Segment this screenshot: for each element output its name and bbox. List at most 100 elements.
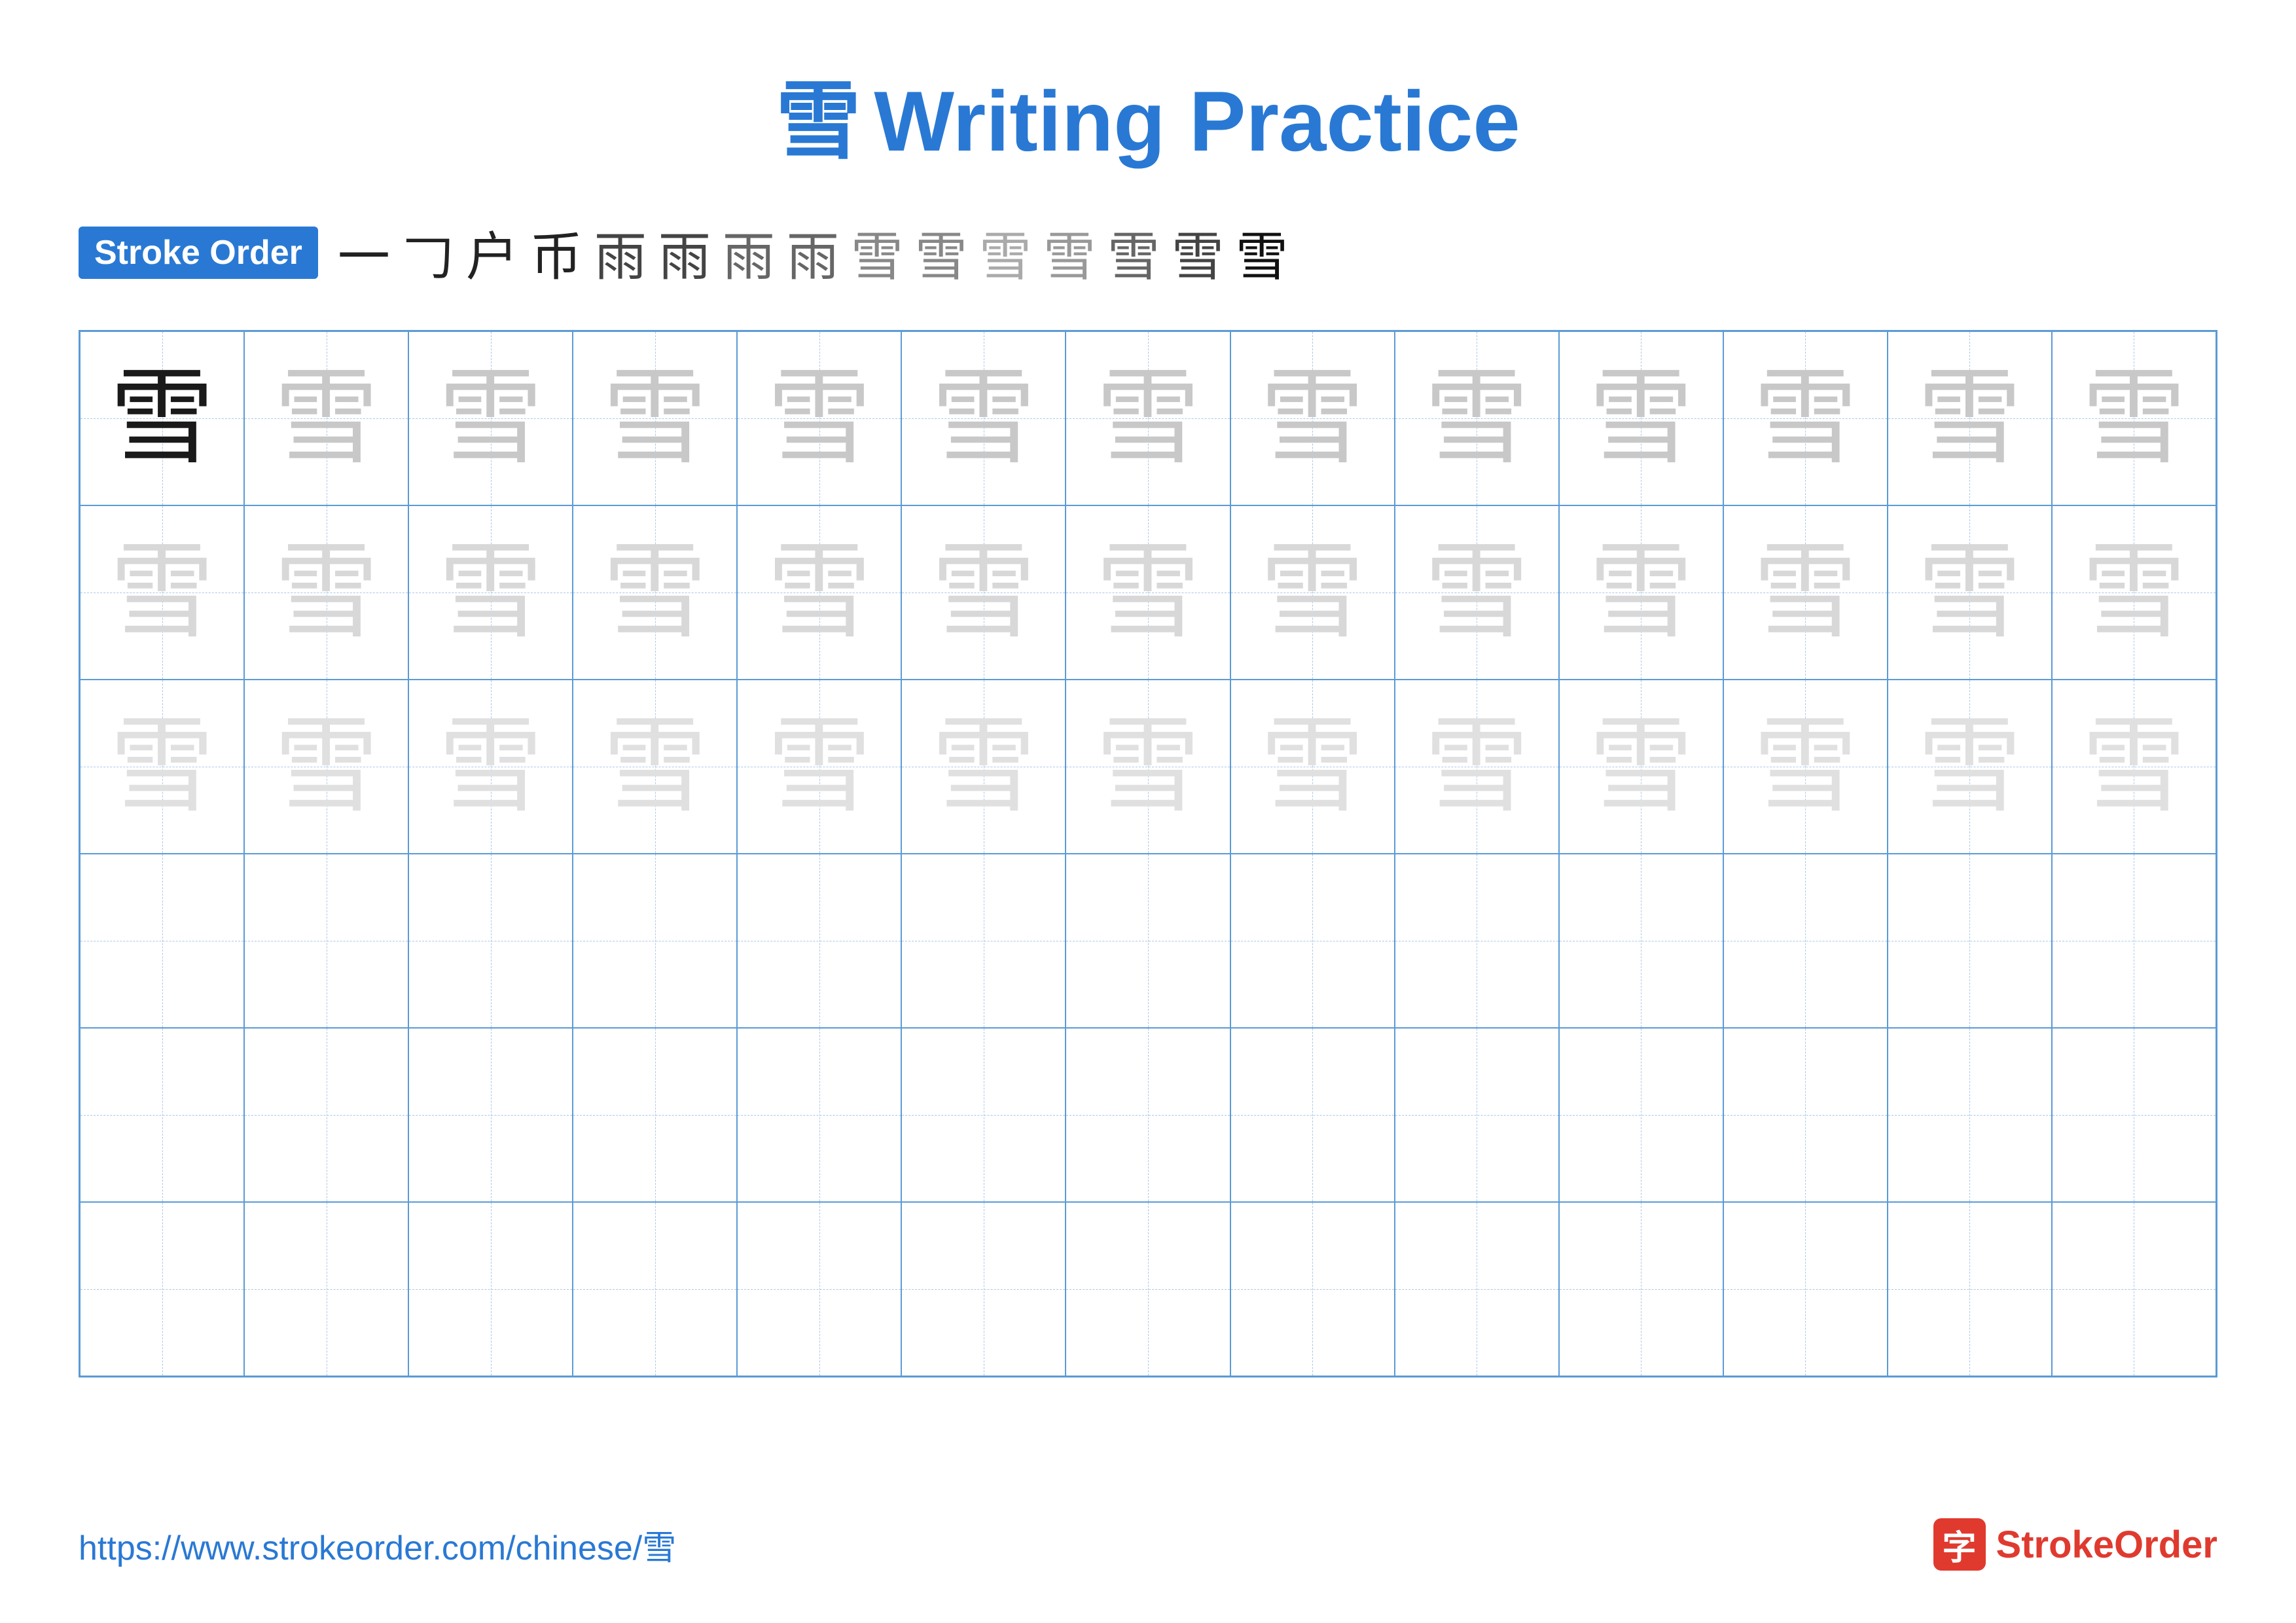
grid-cell-r6c6[interactable] [901,1202,1066,1376]
grid-cell-r1c6[interactable]: 雪 [901,331,1066,505]
practice-char: 雪 [274,366,379,471]
grid-cell-r3c2[interactable]: 雪 [244,680,408,854]
grid-cell-r1c11[interactable]: 雪 [1723,331,1888,505]
grid-cell-r5c4[interactable] [573,1028,737,1202]
grid-cell-r2c13[interactable]: 雪 [2052,505,2216,680]
grid-cell-r5c11[interactable] [1723,1028,1888,1202]
practice-char: 雪 [1424,540,1529,645]
grid-cell-r5c1[interactable] [80,1028,244,1202]
grid-cell-r5c8[interactable] [1230,1028,1395,1202]
grid-cell-r5c12[interactable] [1888,1028,2052,1202]
grid-cell-r5c7[interactable] [1066,1028,1230,1202]
stroke-11: 雪 [979,215,1031,291]
grid-cell-r3c9[interactable]: 雪 [1395,680,1559,854]
grid-cell-r5c6[interactable] [901,1028,1066,1202]
grid-cell-r5c10[interactable] [1559,1028,1723,1202]
grid-cell-r4c13[interactable] [2052,854,2216,1028]
grid-cell-r1c7[interactable]: 雪 [1066,331,1230,505]
grid-cell-r4c2[interactable] [244,854,408,1028]
grid-cell-r2c11[interactable]: 雪 [1723,505,1888,680]
grid-cell-r2c1[interactable]: 雪 [80,505,244,680]
practice-char: 雪 [767,540,872,645]
grid-cell-r1c8[interactable]: 雪 [1230,331,1395,505]
grid-cell-r3c10[interactable]: 雪 [1559,680,1723,854]
practice-char: 雪 [1260,714,1365,819]
grid-cell-r2c10[interactable]: 雪 [1559,505,1723,680]
grid-cell-r1c10[interactable]: 雪 [1559,331,1723,505]
grid-cell-r6c4[interactable] [573,1202,737,1376]
practice-char: 雪 [931,714,1036,819]
grid-cell-r3c5[interactable]: 雪 [737,680,901,854]
grid-cell-r3c1[interactable]: 雪 [80,680,244,854]
grid-cell-r2c4[interactable]: 雪 [573,505,737,680]
practice-char: 雪 [931,540,1036,645]
stroke-9: 雪 [851,215,903,291]
grid-cell-r2c6[interactable]: 雪 [901,505,1066,680]
grid-cell-r2c2[interactable]: 雪 [244,505,408,680]
grid-cell-r6c11[interactable] [1723,1202,1888,1376]
grid-cell-r4c11[interactable] [1723,854,1888,1028]
grid-cell-r4c8[interactable] [1230,854,1395,1028]
grid-cell-r1c12[interactable]: 雪 [1888,331,2052,505]
practice-char: 雪 [1753,366,1857,471]
footer-url[interactable]: https://www.strokeorder.com/chinese/雪 [79,1520,676,1569]
grid-cell-r1c1[interactable]: 雪 [80,331,244,505]
stroke-5: 雨 [594,215,647,291]
page: 雪Writing Practice Stroke Order 一 𠃌 户 币 雨… [0,0,2296,1623]
grid-cell-r4c9[interactable] [1395,854,1559,1028]
grid-cell-r4c7[interactable] [1066,854,1230,1028]
grid-cell-r2c3[interactable]: 雪 [408,505,573,680]
grid-cell-r1c5[interactable]: 雪 [737,331,901,505]
grid-cell-r5c5[interactable] [737,1028,901,1202]
stroke-10: 雪 [915,215,967,291]
grid-cell-r3c6[interactable]: 雪 [901,680,1066,854]
grid-cell-r4c12[interactable] [1888,854,2052,1028]
grid-cell-r6c9[interactable] [1395,1202,1559,1376]
grid-cell-r5c9[interactable] [1395,1028,1559,1202]
stroke-3: 户 [466,215,518,291]
grid-cell-r4c1[interactable] [80,854,244,1028]
logo-text-order: Order [2114,1523,2217,1566]
grid-cell-r1c13[interactable]: 雪 [2052,331,2216,505]
grid-cell-r5c3[interactable] [408,1028,573,1202]
grid-cell-r4c5[interactable] [737,854,901,1028]
grid-cell-r2c5[interactable]: 雪 [737,505,901,680]
grid-cell-r2c7[interactable]: 雪 [1066,505,1230,680]
grid-cell-r1c4[interactable]: 雪 [573,331,737,505]
grid-cell-r6c8[interactable] [1230,1202,1395,1376]
grid-cell-r4c10[interactable] [1559,854,1723,1028]
grid-cell-r1c3[interactable]: 雪 [408,331,573,505]
grid-cell-r6c1[interactable] [80,1202,244,1376]
grid-cell-r3c13[interactable]: 雪 [2052,680,2216,854]
stroke-15: 雪 [1236,215,1288,291]
stroke-order-row: Stroke Order 一 𠃌 户 币 雨 雨 雨 雨 雪 雪 雪 雪 雪 雪… [79,215,2217,291]
grid-cell-r4c4[interactable] [573,854,737,1028]
grid-cell-r3c8[interactable]: 雪 [1230,680,1395,854]
practice-char: 雪 [1424,366,1529,471]
grid-cell-r6c7[interactable] [1066,1202,1230,1376]
grid-cell-r3c12[interactable]: 雪 [1888,680,2052,854]
grid-cell-r4c6[interactable] [901,854,1066,1028]
grid-cell-r6c3[interactable] [408,1202,573,1376]
practice-char: 雪 [110,714,215,819]
grid-cell-r3c3[interactable]: 雪 [408,680,573,854]
grid-cell-r2c12[interactable]: 雪 [1888,505,2052,680]
grid-cell-r4c3[interactable] [408,854,573,1028]
grid-cell-r6c2[interactable] [244,1202,408,1376]
stroke-4: 币 [530,215,583,291]
grid-cell-r6c10[interactable] [1559,1202,1723,1376]
title-area: 雪Writing Practice [79,52,2217,175]
grid-cell-r6c13[interactable] [2052,1202,2216,1376]
grid-cell-r3c4[interactable]: 雪 [573,680,737,854]
grid-cell-r2c8[interactable]: 雪 [1230,505,1395,680]
grid-cell-r3c7[interactable]: 雪 [1066,680,1230,854]
grid-cell-r6c5[interactable] [737,1202,901,1376]
grid-cell-r6c12[interactable] [1888,1202,2052,1376]
practice-char: 雪 [1260,540,1365,645]
grid-cell-r3c11[interactable]: 雪 [1723,680,1888,854]
grid-cell-r5c2[interactable] [244,1028,408,1202]
grid-cell-r5c13[interactable] [2052,1028,2216,1202]
grid-cell-r2c9[interactable]: 雪 [1395,505,1559,680]
grid-cell-r1c9[interactable]: 雪 [1395,331,1559,505]
grid-cell-r1c2[interactable]: 雪 [244,331,408,505]
